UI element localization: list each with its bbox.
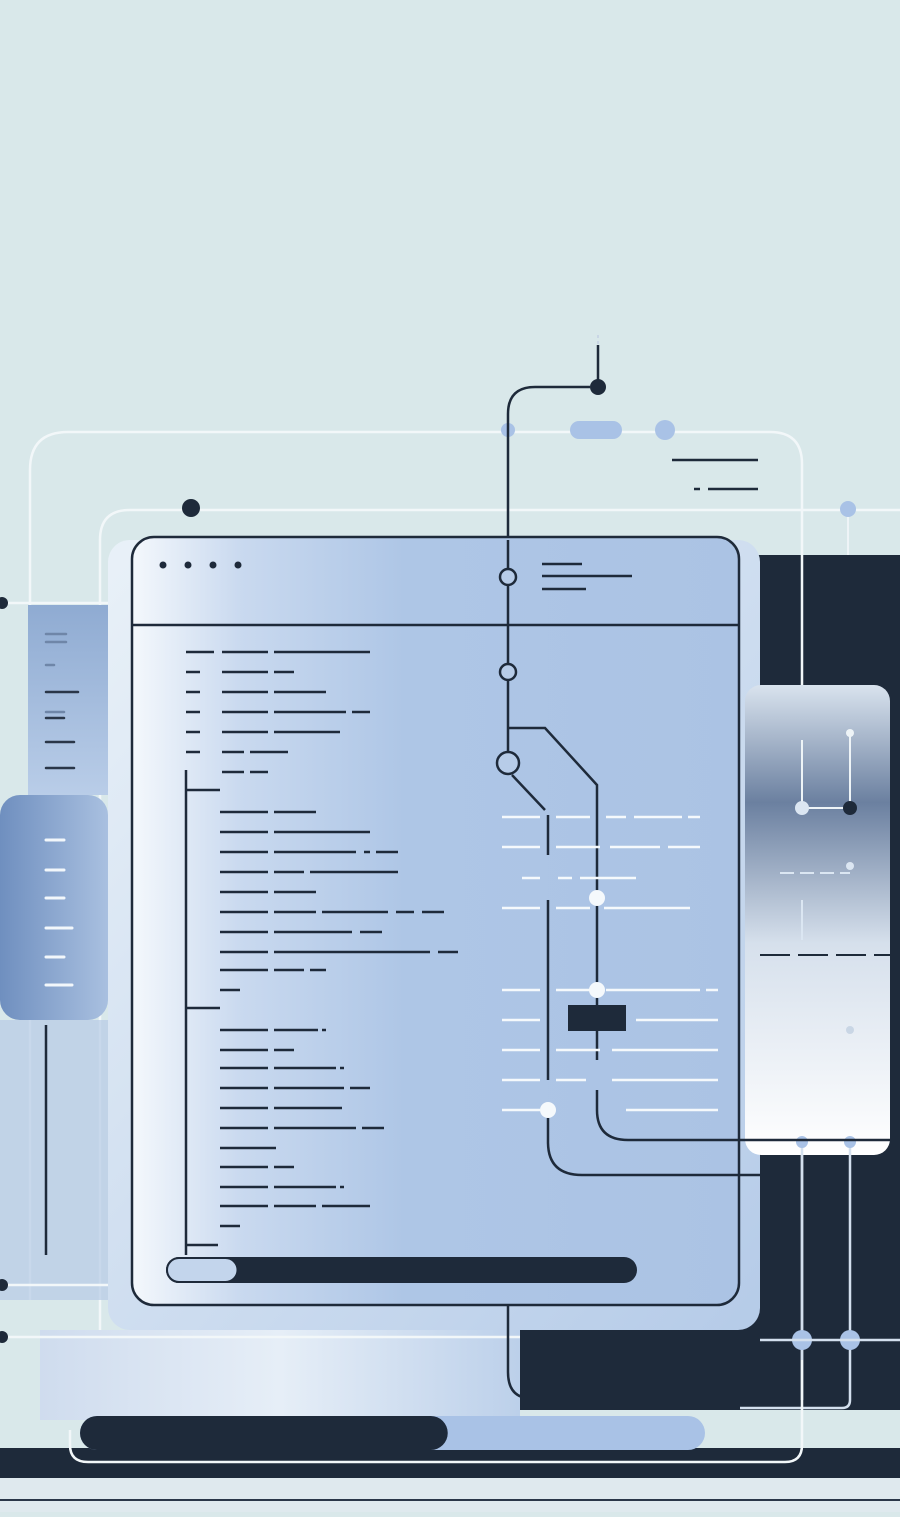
window-progress-bar <box>166 1257 637 1283</box>
right-inset-panel <box>745 685 890 1155</box>
lower-light-block <box>40 1330 520 1420</box>
bottom-progress-bar <box>80 1416 705 1450</box>
illustration-scene <box>0 0 900 1512</box>
base-strip-light <box>0 1478 900 1512</box>
left-strip-upper <box>28 605 108 795</box>
illustration-svg <box>0 0 900 1512</box>
left-strip-fade <box>0 1020 108 1300</box>
